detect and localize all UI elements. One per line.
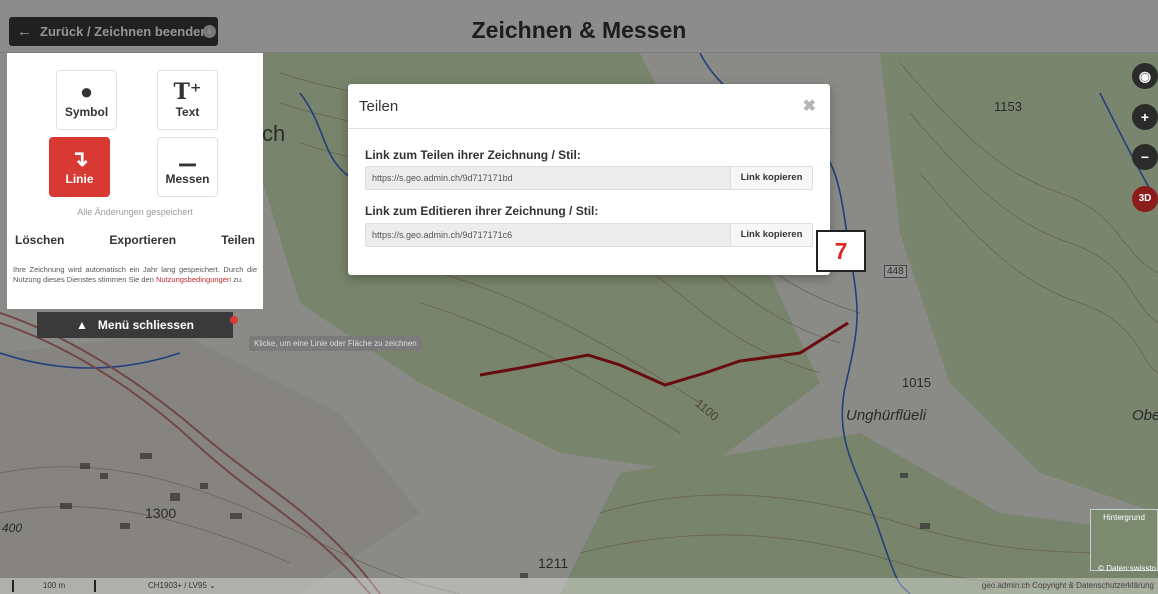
scale-bar: 100 m	[12, 580, 96, 592]
share-link-field[interactable]: https://s.geo.admin.ch/9d717171bd Link k…	[365, 166, 813, 190]
projection-select[interactable]: CH1903+ / LV95 ⌄	[148, 581, 216, 590]
draw-hint-tooltip: Klicke, um eine Linie oder Fläche zu zei…	[249, 336, 422, 351]
dialog-header: Teilen ✖	[348, 84, 830, 129]
marker-dot-icon	[230, 316, 238, 324]
disclaimer: Ihre Zeichnung wird automatisch ein Jahr…	[13, 265, 257, 285]
map-pin-icon: ●	[79, 79, 94, 104]
zoom-in-icon[interactable]: +	[1132, 104, 1158, 130]
tool-label: Symbol	[64, 105, 109, 119]
3d-toggle-icon[interactable]: 3D	[1132, 186, 1158, 212]
share-button[interactable]: Teilen	[221, 233, 255, 247]
share-link-value[interactable]: https://s.geo.admin.ch/9d717171bd	[372, 173, 513, 183]
credits-links[interactable]: geo.admin.ch Copyright & Datenschutzerkl…	[982, 581, 1154, 590]
background-selector[interactable]: Hintergrund	[1090, 509, 1158, 571]
data-attribution: © Daten:swissto	[1098, 564, 1156, 573]
ruler-icon: ⚊	[177, 146, 198, 171]
tool-label: Messen	[165, 172, 210, 186]
share-link-label: Link zum Teilen ihrer Zeichnung / Stil:	[365, 148, 581, 162]
projection-value: CH1903+ / LV95	[148, 581, 207, 590]
background-label: Hintergrund	[1103, 513, 1145, 522]
close-menu-button[interactable]: ▲ Menü schliessen	[37, 312, 233, 338]
delete-button[interactable]: Löschen	[15, 233, 64, 247]
terms-link[interactable]: Nutzungsbedingungen	[156, 275, 231, 284]
saved-status: Alle Änderungen gespeichert	[77, 207, 193, 217]
disclaimer-suffix: zu.	[233, 275, 244, 284]
edit-link-value[interactable]: https://s.geo.admin.ch/9d717171c6	[372, 230, 512, 240]
copy-share-link-button[interactable]: Link kopieren	[730, 167, 812, 189]
copy-edit-link-button[interactable]: Link kopieren	[730, 224, 812, 246]
export-button[interactable]: Exportieren	[109, 233, 176, 247]
edit-link-label: Link zum Editieren ihrer Zeichnung / Sti…	[365, 204, 599, 218]
edit-link-field[interactable]: https://s.geo.admin.ch/9d717171c6 Link k…	[365, 223, 813, 247]
line-icon: ↴	[70, 146, 89, 171]
close-icon[interactable]: ✖	[803, 96, 816, 116]
panel-actions: Löschen Exportieren Teilen	[15, 233, 255, 247]
locate-icon[interactable]: ◉	[1132, 63, 1158, 89]
zoom-out-icon[interactable]: −	[1132, 144, 1158, 170]
share-dialog: Teilen ✖ Link zum Teilen ihrer Zeichnung…	[348, 84, 830, 275]
tool-symbol[interactable]: ● Symbol	[56, 70, 117, 130]
tool-line[interactable]: ↴ Linie	[49, 137, 110, 197]
close-menu-label: Menü schliessen	[97, 318, 194, 332]
chevron-up-icon: ▲	[76, 318, 88, 332]
step-number-badge: 7	[816, 230, 866, 272]
chevron-down-icon: ⌄	[209, 581, 216, 590]
dialog-title: Teilen	[359, 97, 399, 115]
text-plus-icon: T⁺	[173, 79, 202, 105]
drawing-panel: ● Symbol T⁺ Text ↴ Linie ⚊ Messen Alle Ä…	[7, 53, 263, 309]
tool-label: Text	[175, 105, 200, 119]
tool-text[interactable]: T⁺ Text	[157, 70, 218, 130]
tool-label: Linie	[65, 172, 94, 186]
bottom-bar: 100 m CH1903+ / LV95 ⌄ geo.admin.ch Copy…	[0, 578, 1158, 594]
tool-measure[interactable]: ⚊ Messen	[157, 137, 218, 197]
